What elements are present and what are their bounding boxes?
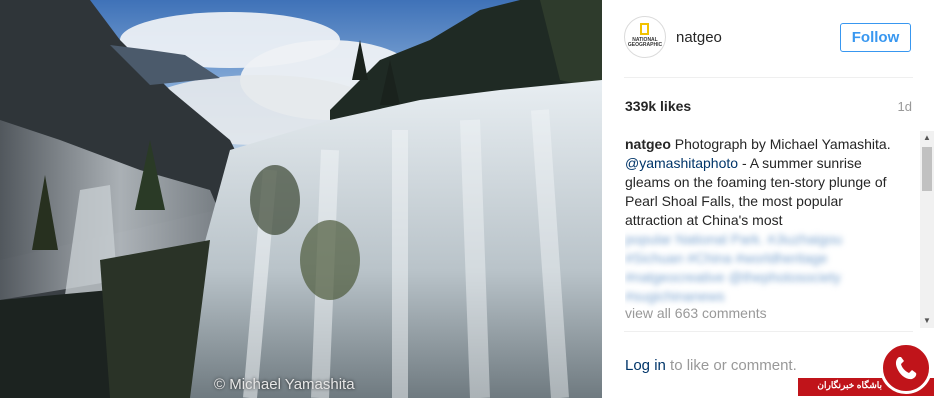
username-link[interactable]: natgeo [676, 29, 722, 46]
post-photo[interactable]: © Michael Yamashita [0, 0, 602, 398]
photo-watermark: © Michael Yamashita [214, 376, 355, 393]
avatar-logo-text: NATIONAL GEOGRAPHIC [627, 37, 663, 48]
follow-button[interactable]: Follow [840, 23, 911, 52]
scroll-down-arrow-icon[interactable]: ▼ [920, 314, 934, 328]
caption-hashtags-line[interactable]: popular National Park. #Jiuzhaigou [625, 230, 895, 249]
caption-text: natgeo Photograph by Michael Yamashita. … [625, 135, 895, 230]
caption-hashtags-line[interactable]: #Sichuan #China #worldheritage [625, 249, 895, 268]
divider [624, 331, 913, 332]
scroll-up-arrow-icon[interactable]: ▲ [920, 131, 934, 145]
caption-username[interactable]: natgeo [625, 136, 671, 152]
avatar[interactable]: NATIONAL GEOGRAPHIC [624, 16, 666, 58]
caption-mention-link[interactable]: @yamashitaphoto [625, 155, 738, 171]
badge-text: باشگاه خبرنگاران [817, 380, 882, 390]
caption-text-before: Photograph by Michael Yamashita. [670, 136, 891, 152]
post-timestamp[interactable]: 1d [898, 99, 912, 114]
divider [624, 77, 913, 78]
watermark-badge: باشگاه خبرنگاران [798, 338, 934, 398]
view-all-comments-link[interactable]: view all 663 comments [625, 305, 767, 321]
waterfall-photo-image [0, 0, 602, 398]
natgeo-logo-icon [640, 23, 649, 35]
login-prompt: Log in to like or comment. [625, 357, 797, 374]
phone-in-circle-icon [880, 342, 932, 394]
caption-hashtags-line[interactable]: #natgeocreative @thephotosociety [625, 268, 895, 287]
scrollbar-thumb[interactable] [922, 147, 932, 191]
caption-scrollbar[interactable]: ▲ ▼ [920, 131, 934, 328]
caption-area: natgeo Photograph by Michael Yamashita. … [625, 135, 895, 325]
login-link[interactable]: Log in [625, 357, 666, 374]
caption-hashtags-line[interactable]: #sugichinanews [625, 287, 895, 306]
likes-count[interactable]: 339k likes [625, 98, 691, 114]
login-suffix: to like or comment. [665, 357, 797, 374]
post-header: NATIONAL GEOGRAPHIC natgeo Follow [602, 0, 934, 78]
